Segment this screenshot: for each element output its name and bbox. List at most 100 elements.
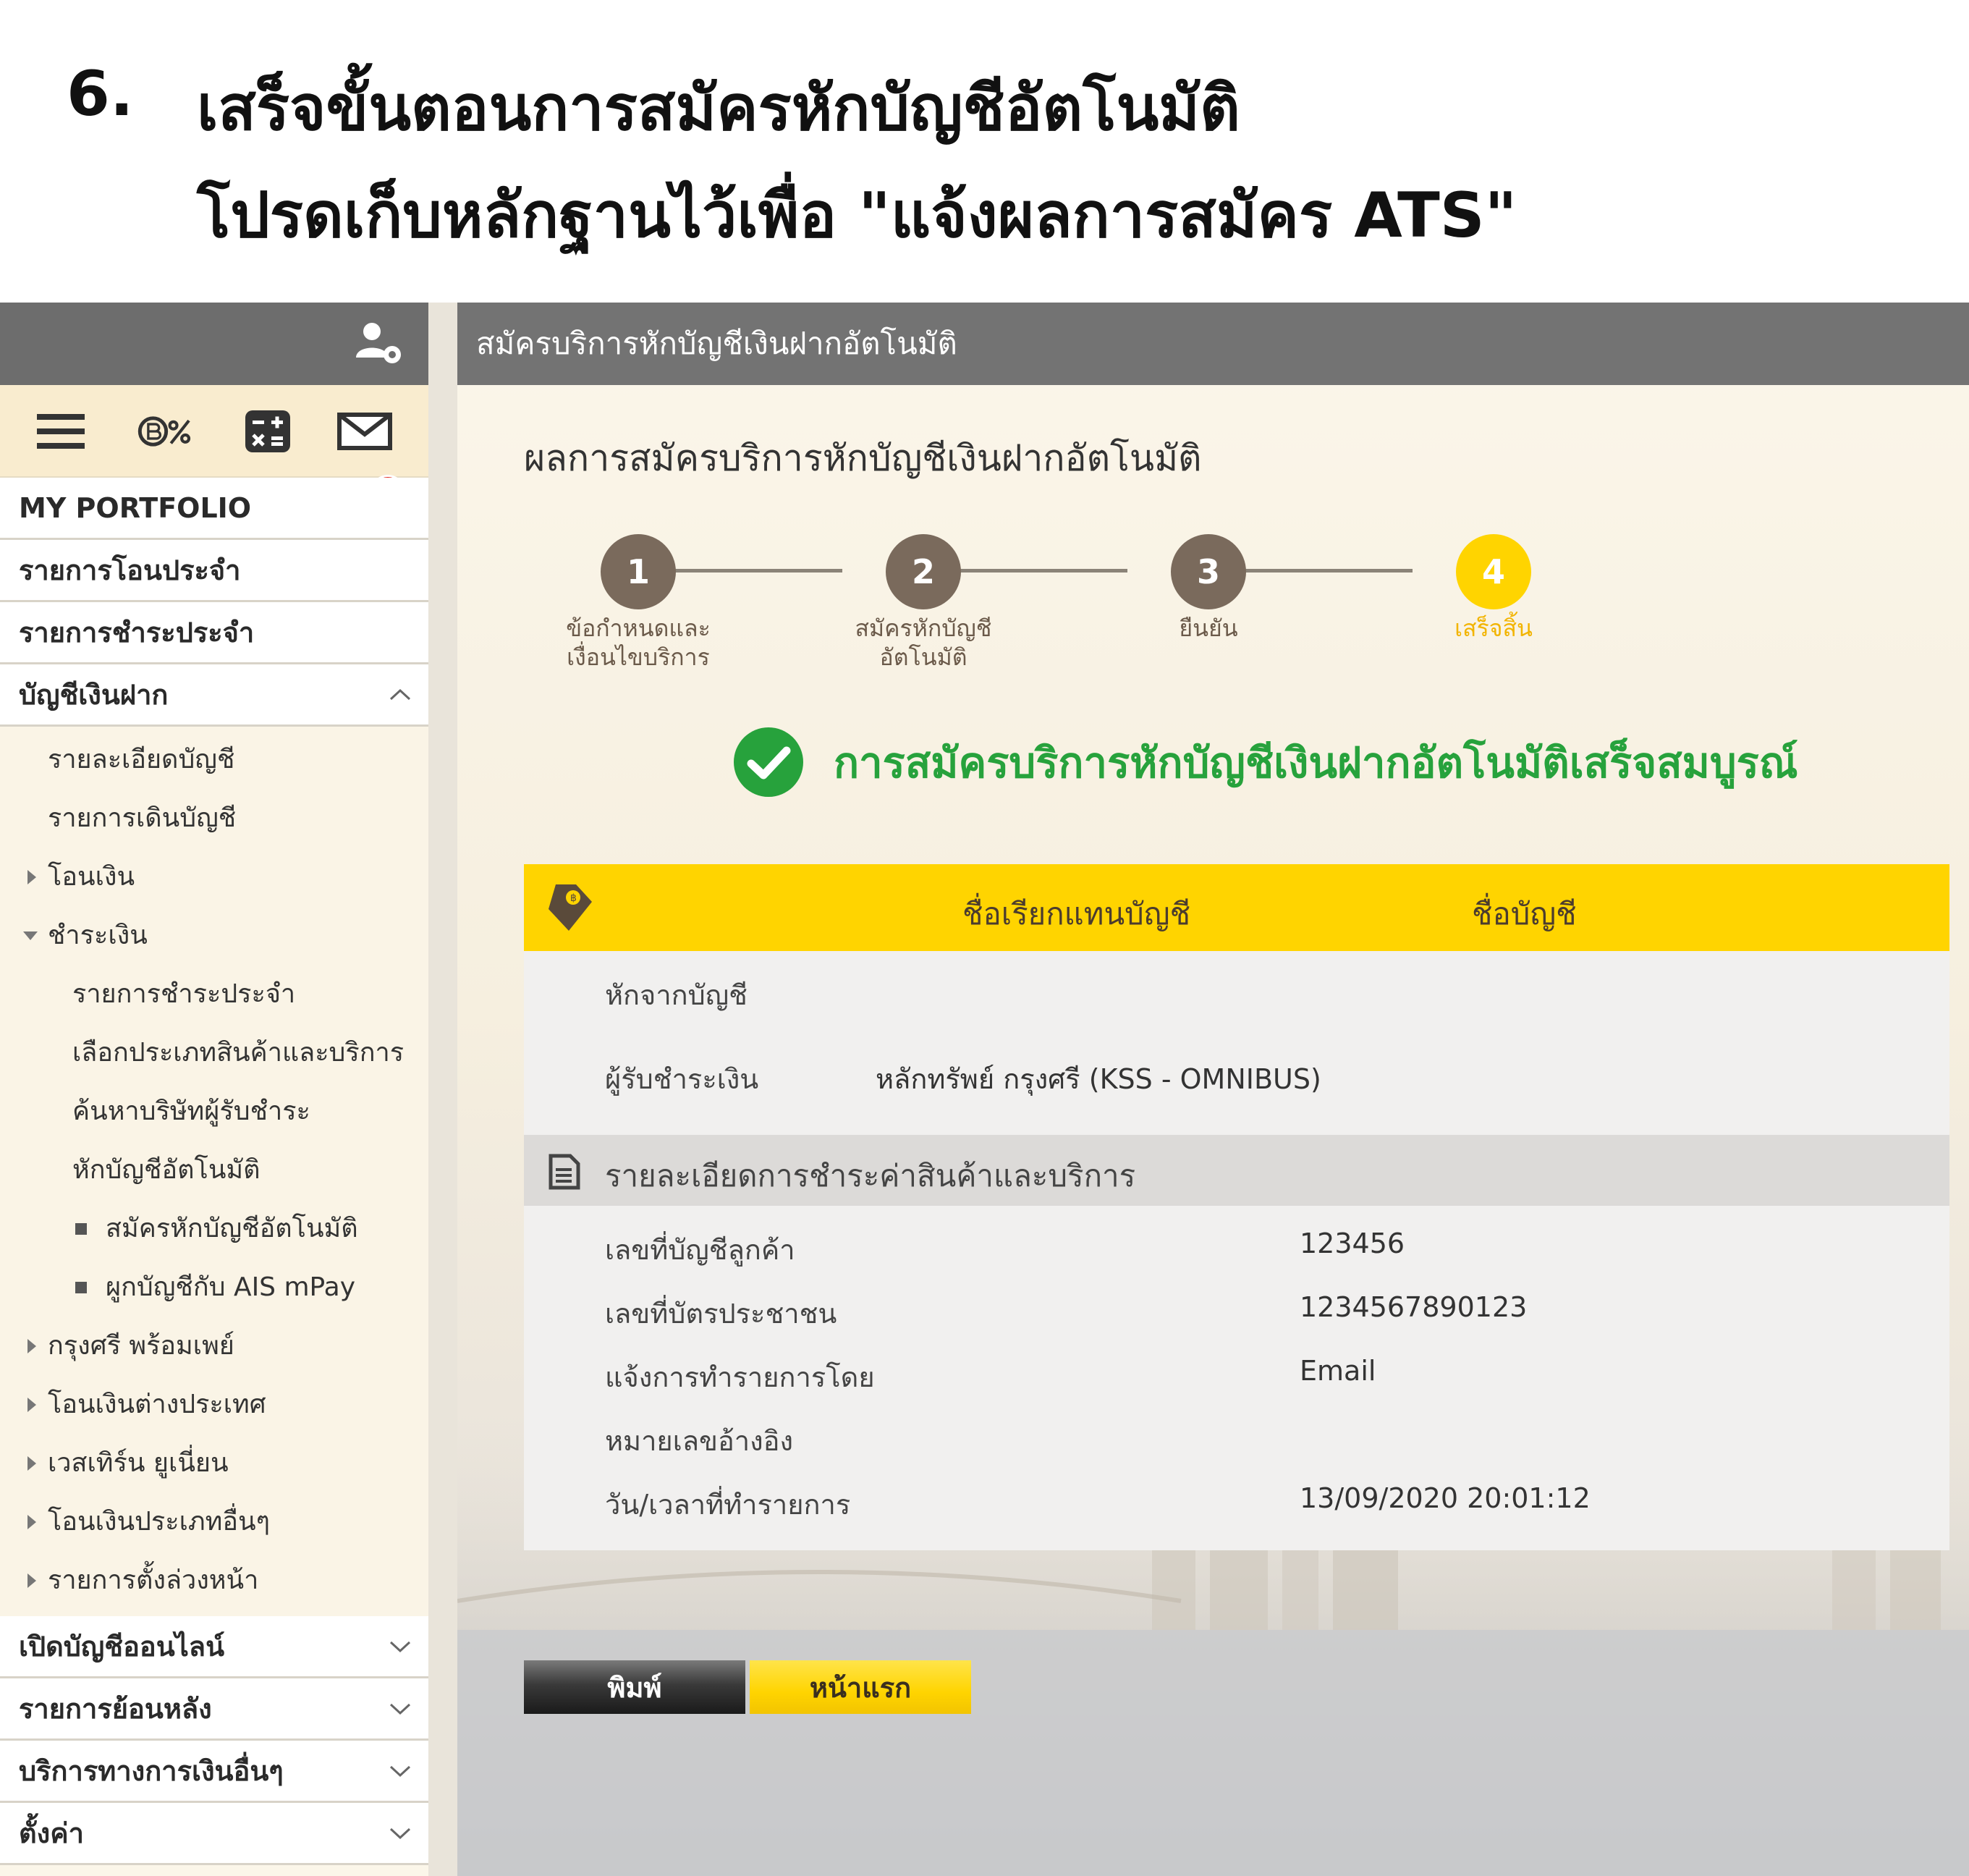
nav-settings[interactable]: ตั้งค่า <box>0 1803 428 1865</box>
nav-auto-debit[interactable]: หักบัญชีอัตโนมัติ <box>0 1140 428 1199</box>
step-4-circle: 4 <box>1456 534 1531 609</box>
nav-deposit-account[interactable]: บัญชีเงินฝาก <box>0 664 428 727</box>
nav-history-label: รายการย้อนหลัง <box>19 1693 212 1725</box>
chevron-up-icon <box>389 688 411 701</box>
progress-stepper: 1 ข้อกำหนดและ เงื่อนไขบริการ 2 สมัครหักบ… <box>524 528 1899 673</box>
nav-account-movement[interactable]: รายการเดินบัญชี <box>0 788 428 847</box>
nav-apply-auto-debit[interactable]: สมัครหักบัญชีอัตโนมัติ <box>0 1199 428 1257</box>
caret-right-icon <box>27 870 36 884</box>
chevron-down-icon <box>389 1703 411 1715</box>
step-2-label-line2: อัตโนมัติ <box>879 643 967 671</box>
main-panel: สมัครบริการหักบัญชีเงินฝากอัตโนมัติ ผลกา… <box>457 303 1969 1876</box>
nav-transfer[interactable]: โอนเงิน <box>0 847 428 905</box>
nav-western-union-label: เวสเทิร์น ยูเนี่ยน <box>48 1448 229 1478</box>
nav-settings-label: ตั้งค่า <box>19 1817 84 1849</box>
chevron-down-icon <box>389 1828 411 1840</box>
nav-choose-product-type[interactable]: เลือกประเภทสินค้าและบริการ <box>0 1023 428 1081</box>
page-title: ผลการสมัครบริการหักบัญชีเงินฝากอัตโนมัติ <box>524 437 1202 479</box>
instruction-heading: 6. เสร็จขั้นตอนการสมัครหักบัญชีอัตโนมัติ… <box>0 0 1969 303</box>
nav-other-services[interactable]: บริการทางการเงินอื่นๆ <box>0 1741 428 1803</box>
debit-info: หักจากบัญชี ผู้รับชำระเงิน หลักทรัพย์ กร… <box>524 951 1949 1135</box>
nav-other-services-label: บริการทางการเงินอื่นๆ <box>19 1755 284 1787</box>
caret-right-icon <box>27 1456 36 1471</box>
instruction-line-1: เสร็จขั้นตอนการสมัครหักบัญชีอัตโนมัติ <box>197 72 1240 145</box>
sidebar: 5 MY PORTFOLIO รายการโอนประจำ รายการชำระ… <box>0 303 428 1876</box>
caret-right-icon <box>27 1515 36 1529</box>
user-settings-icon[interactable] <box>355 320 405 368</box>
payment-detail-header: รายละเอียดการชำระค่าสินค้าและบริการ <box>524 1135 1949 1206</box>
mail-icon[interactable] <box>337 408 392 455</box>
nav-deposit-account-label: บัญชีเงินฝาก <box>19 679 169 711</box>
transaction-datetime-value: 13/09/2020 20:01:12 <box>1300 1482 1591 1514</box>
result-card: ฿ ชื่อเรียกแทนบัญชี ชื่อบัญชี หักจากบัญช… <box>524 864 1949 1550</box>
id-card-value: 1234567890123 <box>1300 1291 1528 1323</box>
exchange-rate-icon[interactable] <box>137 408 192 455</box>
col-account-nickname: ชื่อเรียกแทนบัญชี <box>962 896 1191 931</box>
sidebar-toolbar: 5 <box>0 385 428 510</box>
nav-intl-transfer-label: โอนเงินต่างประเทศ <box>48 1390 266 1419</box>
chevron-down-icon <box>389 1765 411 1778</box>
nav-payment-recurring[interactable]: รายการชำระประจำ <box>0 964 428 1023</box>
nav-open-account-online[interactable]: เปิดบัญชีออนไลน์ <box>0 1616 428 1678</box>
reference-number-label: หมายเลขอ้างอิง <box>605 1425 794 1457</box>
payee-label: ผู้รับชำระเงิน <box>605 1063 759 1095</box>
check-circle-icon <box>734 727 803 797</box>
step-1-circle: 1 <box>601 534 676 609</box>
print-button[interactable]: พิมพ์ <box>524 1660 745 1714</box>
caret-right-icon <box>27 1339 36 1353</box>
document-icon <box>549 1154 580 1190</box>
nav-recurring-transfer[interactable]: รายการโอนประจำ <box>0 540 428 602</box>
nav-search-biller[interactable]: ค้นหาบริษัทผู้รับชำระ <box>0 1081 428 1140</box>
nav-my-portfolio[interactable]: MY PORTFOLIO <box>0 478 428 540</box>
nav-recurring-payment[interactable]: รายการชำระประจำ <box>0 602 428 664</box>
sidebar-nav: MY PORTFOLIO รายการโอนประจำ รายการชำระปร… <box>0 478 428 1865</box>
bullet-square-icon <box>75 1282 87 1293</box>
instruction-line-2: โปรดเก็บหลักฐานไว้เพื่อ "แจ้งผลการสมัคร … <box>197 179 1517 252</box>
home-button[interactable]: หน้าแรก <box>750 1660 971 1714</box>
caret-right-icon <box>27 1398 36 1412</box>
nav-link-ais-mpay-label: ผูกบัญชีกับ AIS mPay <box>106 1272 356 1302</box>
banking-app: 5 MY PORTFOLIO รายการโอนประจำ รายการชำระ… <box>0 303 1969 1876</box>
instruction-number: 6. <box>67 58 134 130</box>
nav-link-ais-mpay[interactable]: ผูกบัญชีกับ AIS mPay <box>0 1257 428 1316</box>
nav-account-detail[interactable]: รายละเอียดบัญชี <box>0 730 428 788</box>
nav-scheduled[interactable]: รายการตั้งล่วงหน้า <box>0 1550 428 1609</box>
nav-promptpay[interactable]: กรุงศรี พร้อมเพย์ <box>0 1316 428 1374</box>
nav-intl-transfer[interactable]: โอนเงินต่างประเทศ <box>0 1374 428 1433</box>
nav-history[interactable]: รายการย้อนหลัง <box>0 1678 428 1741</box>
hamburger-menu-icon[interactable] <box>33 408 88 455</box>
nav-payment-label: ชำระเงิน <box>48 921 148 950</box>
step-4-label-line1: เสร็จสิ้น <box>1454 614 1533 642</box>
nav-payment[interactable]: ชำระเงิน <box>0 905 428 964</box>
nav-promptpay-label: กรุงศรี พร้อมเพย์ <box>48 1331 234 1361</box>
account-header: ฿ ชื่อเรียกแทนบัญชี ชื่อบัญชี <box>524 864 1949 951</box>
payee-value: หลักทรัพย์ กรุงศรี (KSS - OMNIBUS) <box>876 1063 1321 1095</box>
calculator-icon[interactable] <box>240 408 295 455</box>
chevron-down-icon <box>389 1641 411 1653</box>
nav-other-transfer[interactable]: โอนเงินประเภทอื่นๆ <box>0 1492 428 1550</box>
customer-account-value: 123456 <box>1300 1228 1405 1259</box>
customer-account-label: เลขที่บัญชีลูกค้า <box>605 1234 795 1266</box>
nav-transfer-label: โอนเงิน <box>48 862 135 892</box>
step-connector <box>954 569 1127 572</box>
step-1-label-line1: ข้อกำหนดและ <box>566 614 711 642</box>
nav-western-union[interactable]: เวสเทิร์น ยูเนี่ยน <box>0 1433 428 1492</box>
step-connector <box>669 569 842 572</box>
bank-card-icon: ฿ <box>549 884 592 931</box>
step-3-label-line1: ยืนยัน <box>1179 614 1238 642</box>
step-1-label-line2: เงื่อนไขบริการ <box>567 643 710 671</box>
nav-other-transfer-label: โอนเงินประเภทอื่นๆ <box>48 1507 270 1537</box>
step-connector <box>1239 569 1413 572</box>
nav-open-account-online-label: เปิดบัญชีออนไลน์ <box>19 1631 225 1662</box>
nav-scheduled-label: รายการตั้งล่วงหน้า <box>48 1566 259 1595</box>
step-2-label: สมัครหักบัญชี อัตโนมัติ <box>829 614 1017 672</box>
col-account-name: ชื่อบัญชี <box>1472 896 1577 931</box>
nav-apply-auto-debit-label: สมัครหักบัญชีอัตโนมัติ <box>106 1214 358 1243</box>
success-banner: การสมัครบริการหักบัญชีเงินฝากอัตโนมัติเส… <box>732 722 1798 802</box>
step-3-label: ยืนยัน <box>1114 614 1303 643</box>
payment-detail-title: รายละเอียดการชำระค่าสินค้าและบริการ <box>605 1158 1136 1193</box>
caret-down-icon <box>23 931 38 940</box>
step-2-circle: 2 <box>886 534 961 609</box>
step-4-label: เสร็จสิ้น <box>1400 614 1588 643</box>
notify-by-label: แจ้งการทำรายการโดย <box>605 1361 875 1393</box>
